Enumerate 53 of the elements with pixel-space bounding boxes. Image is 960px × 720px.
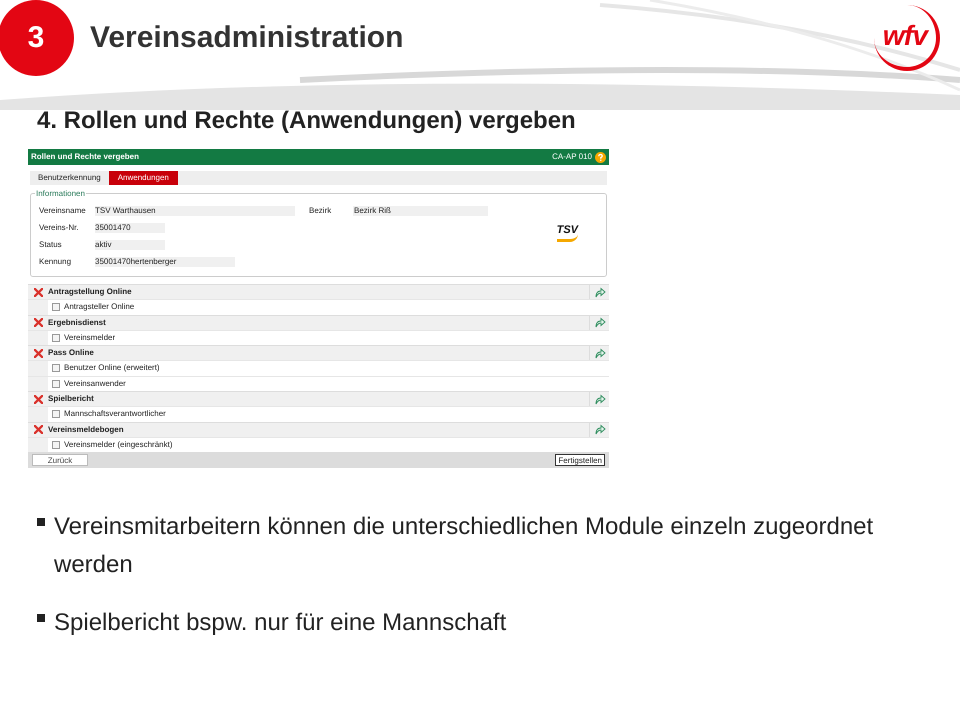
- checkbox[interactable]: [52, 364, 60, 372]
- delete-icon[interactable]: [34, 318, 42, 327]
- window-title: Rollen und Rechte vergeben: [31, 151, 140, 163]
- delete-icon[interactable]: [34, 288, 42, 296]
- curved-arrow-icon[interactable]: [594, 348, 606, 358]
- module-title: Ergebnisdienst: [48, 316, 107, 328]
- curved-arrow-icon[interactable]: [594, 394, 606, 404]
- field-value: aktiv: [95, 240, 165, 250]
- bullet-text: Vereinsmitarbeitern können die unterschiedlichen Module einzeln zugeordnet werden: [54, 512, 874, 580]
- curved-arrow-icon[interactable]: [594, 424, 606, 435]
- field-label: Kennung: [39, 256, 72, 268]
- delete-icon[interactable]: [34, 348, 42, 358]
- action-button[interactable]: Zurück: [32, 454, 88, 466]
- slide-title: Vereinsadministration: [90, 20, 404, 56]
- checkbox[interactable]: [52, 334, 60, 342]
- checkbox[interactable]: [52, 380, 60, 388]
- checkbox[interactable]: [52, 303, 60, 312]
- role-label: Vereinsanwender: [64, 378, 126, 390]
- module-title: Antragstellung Online: [48, 286, 133, 298]
- club-logo: TSV: [556, 222, 578, 242]
- module-title: Vereinsmeldebogen: [48, 424, 125, 436]
- role-label: Antragsteller Online: [64, 301, 134, 314]
- field-value: 35001470hertenberger: [95, 256, 235, 266]
- bullet-icon: [37, 518, 45, 526]
- help-icon[interactable]: [595, 152, 606, 162]
- wfv-logo: wfv: [874, 4, 940, 70]
- field-value: Bezirk Riß: [353, 206, 488, 216]
- field-label: Vereins-Nr.: [39, 222, 80, 234]
- role-label: Benutzer Online (erweitert): [64, 362, 160, 374]
- field-label: Vereinsname: [39, 204, 87, 216]
- checkbox[interactable]: [52, 440, 60, 449]
- role-label: Mannschaftsverantwortlicher: [64, 408, 166, 420]
- action-button[interactable]: Fertigstellen: [555, 454, 605, 466]
- delete-icon[interactable]: [34, 394, 42, 404]
- section-heading: 4. Rollen und Rechte (Anwendungen) vergeben: [37, 106, 577, 136]
- role-label: Vereinsmelder (eingeschränkt): [64, 438, 172, 451]
- bullet-text: Spielbericht bspw. nur für eine Mannschaft: [54, 608, 506, 638]
- role-label: Vereinsmelder: [64, 332, 116, 344]
- curved-arrow-icon[interactable]: [594, 286, 606, 298]
- tab[interactable]: Benutzerkennung: [30, 171, 109, 185]
- section-number-badge: 3: [0, 0, 74, 76]
- field-value: TSV Warthausen: [95, 206, 295, 216]
- delete-icon[interactable]: [34, 425, 42, 434]
- screen-code: CA-AP 010: [552, 151, 592, 163]
- field-label: Status: [39, 238, 63, 250]
- module-title: Spielbericht: [48, 393, 95, 405]
- tab[interactable]: Anwendungen: [108, 171, 178, 185]
- field-label: Bezirk: [309, 204, 332, 216]
- bullet-icon: [37, 614, 45, 622]
- field-value: 35001470: [95, 222, 165, 232]
- curved-arrow-icon[interactable]: [594, 317, 606, 328]
- checkbox[interactable]: [52, 410, 60, 418]
- module-title: Pass Online: [48, 347, 95, 359]
